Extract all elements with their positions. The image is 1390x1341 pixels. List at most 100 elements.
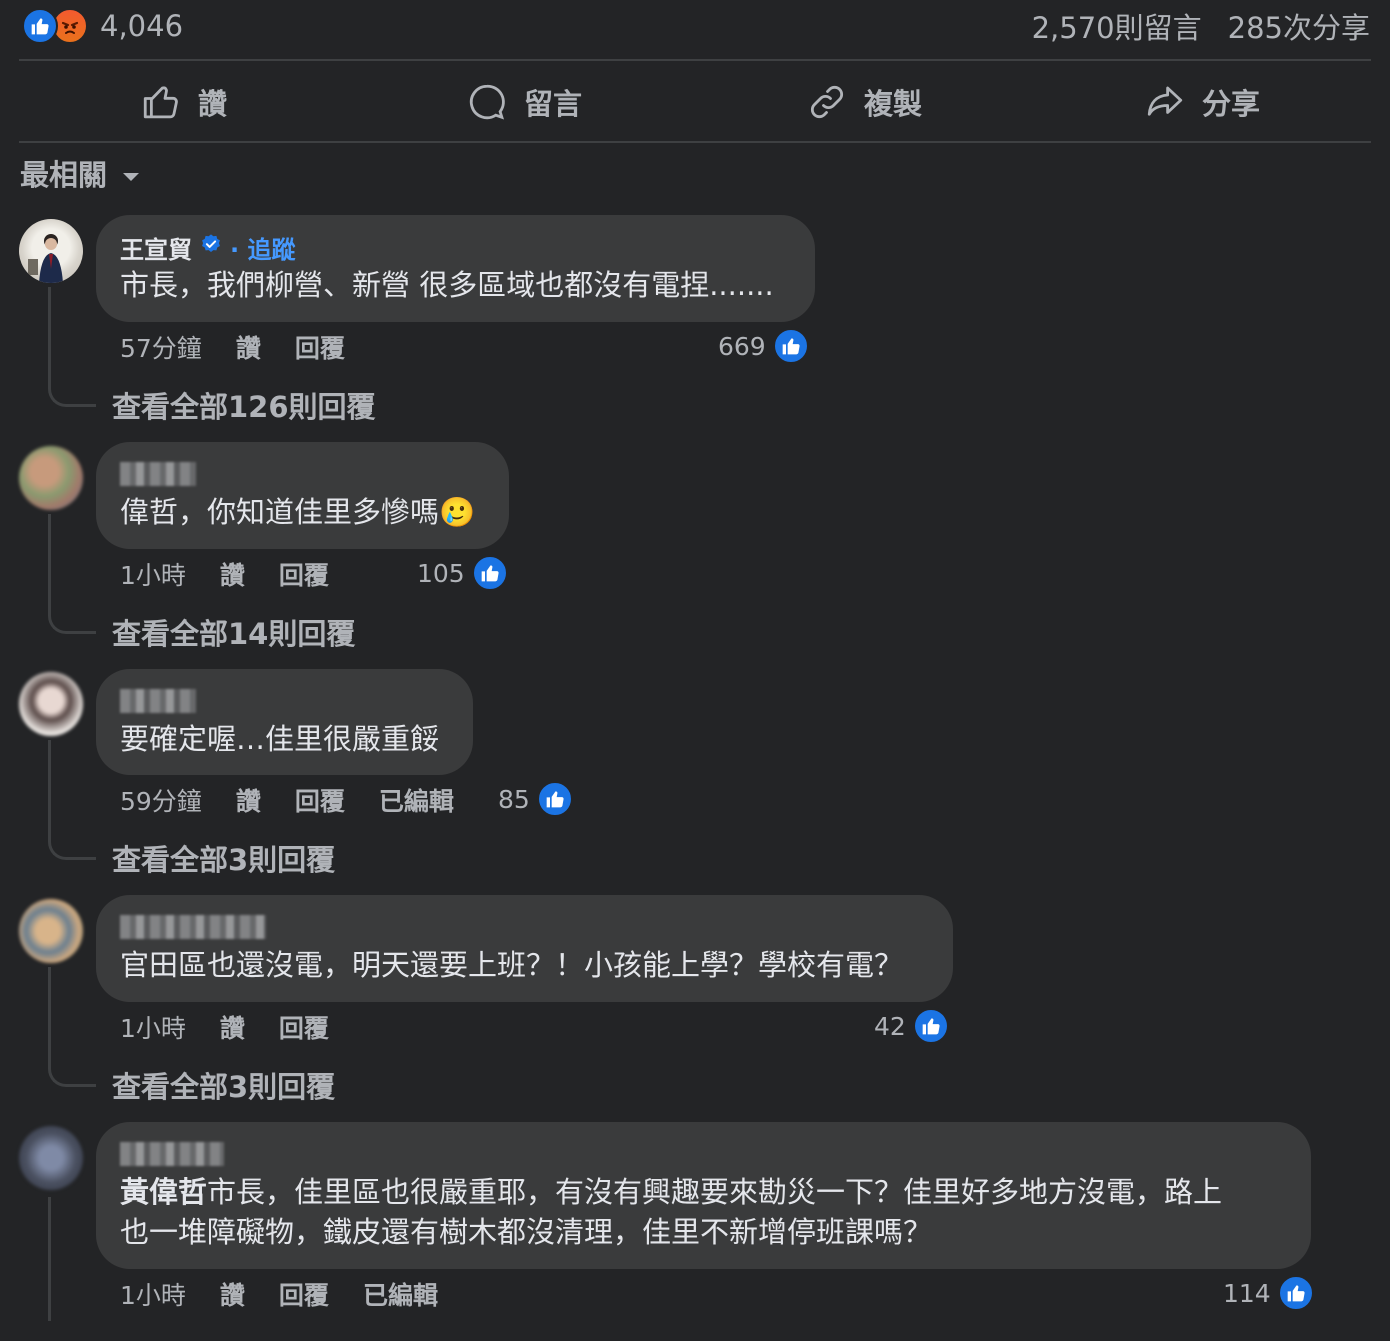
comment-text: 官田區也還沒電，明天還要上班？！小孩能上學？學校有電？	[120, 948, 904, 982]
follow-link[interactable]: · 追蹤	[230, 230, 295, 265]
comment-reply-button[interactable]: 回覆	[295, 782, 345, 818]
comment-text-line2: 也一堆障礙物，鐵皮還有樹木都沒清理，佳里不新增停班課嗎？	[120, 1215, 933, 1249]
view-replies-link[interactable]: 查看全部126則回覆	[112, 384, 376, 426]
like-icon	[1276, 1274, 1315, 1312]
like-icon	[771, 327, 810, 365]
comment-actions: 1小時 讚 回覆 已編輯	[120, 1274, 472, 1314]
reaction-summary[interactable]: 4,046	[22, 6, 183, 46]
like-icon	[22, 8, 58, 44]
thumbs-up-outline-icon	[140, 81, 182, 123]
share-arrow-icon	[1144, 81, 1186, 123]
avatar[interactable]	[19, 672, 83, 736]
divider	[19, 59, 1371, 61]
avatar[interactable]	[19, 219, 83, 283]
comment-like-count[interactable]: 85	[498, 780, 574, 818]
like-button[interactable]: 讚	[140, 78, 227, 126]
comment-button[interactable]: 留言	[466, 78, 582, 126]
comment-like-button[interactable]: 讚	[236, 329, 261, 365]
comment-reply-button[interactable]: 回覆	[279, 1009, 329, 1045]
comment-like-button[interactable]: 讚	[220, 1009, 245, 1045]
avatar[interactable]	[19, 899, 83, 963]
reply-thread-curve	[48, 377, 96, 407]
comment-like-button[interactable]: 讚	[220, 556, 245, 592]
like-icon	[911, 1007, 950, 1045]
comment-actions: 59分鐘 讚 回覆 已編輯	[120, 780, 488, 820]
comment-text: 市長，我們柳營、新營 很多區域也都沒有電捏.......	[120, 268, 774, 302]
share-button-label: 分享	[1202, 87, 1261, 121]
comment-like-count[interactable]: 114	[1223, 1274, 1315, 1312]
divider	[19, 141, 1371, 143]
like-icon	[535, 780, 574, 818]
comment-time[interactable]: 1小時	[120, 1276, 186, 1312]
comment-reply-button[interactable]: 回覆	[279, 1276, 329, 1312]
comment-author[interactable]	[120, 909, 929, 945]
comment-count[interactable]: 2,570則留言	[1032, 5, 1202, 47]
comment-like-count[interactable]: 669	[718, 327, 810, 365]
like-count-number: 669	[718, 331, 766, 361]
comment-like-count[interactable]: 42	[874, 1007, 950, 1045]
reply-thread-line	[48, 287, 51, 379]
caret-down-icon	[121, 156, 141, 190]
mention-link[interactable]: 黃偉哲	[120, 1175, 207, 1209]
comment-bubble: 王宣貿 · 追蹤 市長，我們柳營、新營 很多區域也都沒有電捏.......	[96, 215, 815, 322]
comment-author[interactable]	[120, 1136, 1287, 1172]
comment-like-button[interactable]: 讚	[236, 782, 261, 818]
blurred-author-name	[120, 689, 196, 713]
engagement-counts: 2,570則留言 285次分享	[1032, 6, 1370, 46]
comment-text: 要確定喔…佳里很嚴重餒	[120, 722, 440, 756]
comment-text: 黃偉哲市長，佳里區也很嚴重耶，有沒有興趣要來勘災一下？佳里好多地方沒電，路上	[120, 1172, 1287, 1212]
comment-text-line1: 市長，佳里區也很嚴重耶，有沒有興趣要來勘災一下？佳里好多地方沒電，路上	[207, 1175, 1223, 1209]
comment-bubble-icon	[466, 81, 508, 123]
reply-thread-curve	[48, 604, 96, 634]
comment-time[interactable]: 1小時	[120, 1009, 186, 1045]
like-button-label: 讚	[198, 87, 228, 121]
comment-like-button[interactable]: 讚	[220, 1276, 245, 1312]
reply-thread-line	[48, 514, 51, 606]
reply-thread-curve	[48, 1057, 96, 1087]
edited-label[interactable]: 已編輯	[379, 782, 454, 818]
comment-text: 偉哲，你知道佳里多慘嗎🥲	[120, 495, 476, 529]
share-count[interactable]: 285次分享	[1228, 5, 1370, 47]
blurred-author-name	[120, 1142, 224, 1166]
comment-author: 王宣貿 · 追蹤	[120, 229, 791, 265]
comment-time[interactable]: 57分鐘	[120, 329, 202, 365]
edited-label[interactable]: 已編輯	[363, 1276, 438, 1312]
comment-author[interactable]	[120, 683, 449, 719]
blurred-author-name	[120, 915, 266, 939]
view-replies-link[interactable]: 查看全部3則回覆	[112, 1064, 335, 1106]
avatar[interactable]	[19, 1126, 83, 1190]
like-count-number: 85	[498, 784, 530, 814]
reply-thread-line	[48, 740, 51, 832]
comment-bubble: 要確定喔…佳里很嚴重餒	[96, 669, 473, 775]
copy-link-button[interactable]: 複製	[806, 78, 922, 126]
link-icon	[806, 81, 848, 123]
comment-actions: 57分鐘 讚 回覆	[120, 327, 379, 367]
comment-time[interactable]: 1小時	[120, 556, 186, 592]
blurred-author-name	[120, 462, 196, 486]
copy-button-label: 複製	[864, 87, 923, 121]
verified-badge-icon	[200, 233, 222, 261]
view-replies-link[interactable]: 查看全部3則回覆	[112, 837, 335, 879]
avatar[interactable]	[19, 446, 83, 510]
comment-time[interactable]: 59分鐘	[120, 782, 202, 818]
comment-reply-button[interactable]: 回覆	[295, 329, 345, 365]
view-replies-link[interactable]: 查看全部14則回覆	[112, 611, 355, 653]
sort-dropdown[interactable]: 最相關	[20, 152, 141, 194]
like-count-number: 105	[417, 558, 465, 588]
comment-bubble: 偉哲，你知道佳里多慘嗎🥲	[96, 442, 509, 549]
like-icon	[470, 554, 509, 592]
like-count-number: 42	[874, 1011, 906, 1041]
sort-label: 最相關	[20, 158, 108, 192]
comment-author[interactable]	[120, 456, 485, 492]
share-button[interactable]: 分享	[1144, 78, 1260, 126]
comment-bubble: 官田區也還沒電，明天還要上班？！小孩能上學？學校有電？	[96, 895, 953, 1002]
comment-bubble: 黃偉哲市長，佳里區也很嚴重耶，有沒有興趣要來勘災一下？佳里好多地方沒電，路上 也…	[96, 1122, 1311, 1269]
comment-like-count[interactable]: 105	[417, 554, 509, 592]
reply-thread-line	[48, 967, 51, 1059]
comment-actions: 1小時 讚 回覆	[120, 554, 363, 594]
reply-thread-line	[48, 1197, 51, 1321]
author-name[interactable]: 王宣貿	[120, 230, 192, 265]
reply-thread-curve	[48, 830, 96, 860]
comment-reply-button[interactable]: 回覆	[279, 556, 329, 592]
reaction-count[interactable]: 4,046	[100, 9, 183, 43]
